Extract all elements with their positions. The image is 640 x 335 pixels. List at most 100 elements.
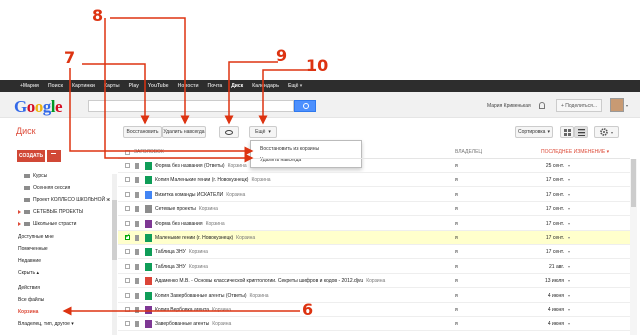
gbar-item[interactable]: Картинки: [72, 83, 95, 89]
row-checkbox[interactable]: [125, 232, 131, 240]
file-row[interactable]: Визитка команды ИСКАТЕЛИ Корзина я 17 сент.…: [118, 188, 630, 202]
row-checkbox[interactable]: [125, 163, 130, 168]
sidebar-item-shared[interactable]: Доступные мне: [18, 234, 54, 240]
gbar-item-active[interactable]: Диск: [231, 83, 243, 89]
search-button[interactable]: [294, 100, 316, 112]
sidebar-item-trash[interactable]: Корзина: [18, 309, 38, 315]
column-header-modified[interactable]: ПОСЛЕДНЕЕ ИЗМЕНЕНИЕ ▾: [541, 149, 609, 155]
chevron-down-icon[interactable]: ▾: [568, 278, 570, 283]
gbar-item[interactable]: +Мария: [20, 83, 39, 89]
file-name[interactable]: Визитка команды ИСКАТЕЛИ Корзина: [155, 192, 245, 198]
upload-button[interactable]: [47, 150, 61, 162]
share-button[interactable]: + Поделиться...: [556, 99, 602, 112]
notification-bell-icon[interactable]: [539, 102, 545, 109]
file-name[interactable]: Маленькие гении (г. Новокузнецк) Корзина: [155, 235, 255, 241]
expand-arrow-icon[interactable]: [18, 209, 21, 214]
sidebar-item-all-files[interactable]: Все файлы: [18, 297, 44, 303]
gbar-item[interactable]: YouTube: [148, 83, 169, 89]
sidebar-item-folder[interactable]: Осенняя сессия: [24, 185, 70, 191]
file-row[interactable]: Форма без названия (Ответы) Корзина я 25 се…: [118, 159, 630, 173]
file-row[interactable]: Завербованные агенты Корзина я 4 июня ▾: [118, 317, 630, 332]
chevron-down-icon[interactable]: ▾: [568, 249, 570, 254]
sidebar-item-folder[interactable]: Курсы: [24, 173, 47, 179]
row-checkbox[interactable]: [125, 249, 130, 255]
gbar-item[interactable]: Почта: [208, 83, 223, 89]
user-name[interactable]: Мария Кривенькая: [487, 103, 531, 109]
sidebar-item-filter[interactable]: Владелец, тип, другое ▾: [18, 321, 74, 327]
file-name[interactable]: Адаменко М.В. - Основы классической крип…: [155, 278, 385, 284]
scrollbar-thumb[interactable]: [112, 200, 117, 260]
chevron-down-icon[interactable]: ▾: [568, 163, 570, 168]
gbar-item[interactable]: Play: [129, 83, 139, 89]
restore-button[interactable]: Восстановить: [123, 126, 162, 138]
sidebar-item-starred[interactable]: Помеченные: [18, 246, 48, 252]
row-checkbox[interactable]: [125, 292, 130, 298]
chevron-down-icon[interactable]: ▾: [568, 293, 570, 298]
gbar-item[interactable]: Карты: [104, 83, 120, 89]
delete-forever-button[interactable]: Удалить навсегда: [162, 126, 206, 138]
scrollbar-thumb[interactable]: [631, 159, 636, 207]
create-button[interactable]: СОЗДАТЬ: [17, 150, 45, 162]
chevron-down-icon[interactable]: ▾: [568, 321, 570, 326]
file-row[interactable]: Копия Завербованные агенты (Ответы) Корзи…: [118, 289, 630, 303]
sort-button[interactable]: Сортировка ▾: [515, 126, 553, 138]
preview-button[interactable]: [219, 126, 239, 138]
sidebar-item-activity[interactable]: Действия: [18, 285, 40, 291]
avatar[interactable]: [610, 98, 624, 112]
sidebar-item-tree[interactable]: СЕТЕВЫЕ ПРОЕКТЫ: [18, 209, 83, 215]
chevron-down-icon[interactable]: ▾: [568, 192, 570, 197]
list-scrollbar[interactable]: [630, 159, 637, 335]
file-name[interactable]: Таблица ЗНУ Корзина: [155, 264, 208, 270]
chevron-down-icon[interactable]: ▾: [626, 103, 628, 108]
file-row[interactable]: Маленькие гении (г. Новокузнецк)Корзина я…: [118, 231, 630, 245]
more-button[interactable]: Ещё ▾: [249, 126, 277, 138]
row-checkbox[interactable]: [125, 278, 130, 284]
file-name[interactable]: Сетевые проекты Корзина: [155, 206, 218, 212]
gbar-item-more[interactable]: Ещё ▾: [288, 83, 302, 89]
file-row[interactable]: Копия Вербовка агента Корзина я 4 июня ▾: [118, 303, 630, 317]
gbar-item[interactable]: Поиск: [48, 83, 63, 89]
file-row[interactable]: Форма без названия Корзина я 17 сент. ▾: [118, 217, 630, 231]
settings-button[interactable]: ▾: [594, 126, 619, 138]
file-row[interactable]: Таблица ЗНУ Корзина я 21 авг. ▾: [118, 260, 630, 274]
google-logo[interactable]: Google: [14, 97, 63, 117]
select-all-checkbox[interactable]: [125, 150, 130, 155]
row-checkbox[interactable]: [125, 220, 130, 226]
file-row[interactable]: Таблица ЗНУ Корзина я 17 сент. ▾: [118, 245, 630, 260]
row-checkbox[interactable]: [125, 307, 130, 312]
chevron-down-icon[interactable]: ▾: [568, 221, 570, 226]
file-row[interactable]: Сетевые проекты Корзина я 17 сент. ▾: [118, 202, 630, 217]
row-checkbox[interactable]: [125, 177, 130, 183]
sidebar-item-tree[interactable]: Школьные страсти: [18, 221, 76, 227]
row-checkbox[interactable]: [125, 191, 130, 197]
column-header-owner[interactable]: ВЛАДЕЛЕЦ: [455, 149, 482, 155]
sidebar-item-folder[interactable]: Проект КОЛЛЕСО ШКОЛЬНОЙ ж: [24, 197, 110, 203]
sidebar-scrollbar[interactable]: [112, 174, 117, 335]
file-name[interactable]: Копия Вербовка агента Корзина: [155, 307, 231, 313]
list-view-button[interactable]: [574, 126, 588, 138]
file-row[interactable]: Копия Маленькие гении (г. Новокузнецк) Ко…: [118, 173, 630, 188]
file-name[interactable]: Таблица ЗНУ Корзина: [155, 249, 208, 255]
sidebar-item-recent[interactable]: Недавние: [18, 258, 41, 264]
chevron-down-icon[interactable]: ▾: [568, 307, 570, 312]
grid-view-button[interactable]: [560, 126, 574, 138]
file-row[interactable]: Адаменко М.В. - Основы классической крип…: [118, 274, 630, 289]
row-checkbox[interactable]: [125, 206, 130, 212]
chevron-down-icon[interactable]: ▾: [568, 264, 570, 269]
gbar-item[interactable]: Новости: [178, 83, 199, 89]
chevron-down-icon[interactable]: ▾: [568, 177, 570, 182]
file-name[interactable]: Форма без названия (Ответы) Корзина: [155, 163, 247, 169]
chevron-down-icon[interactable]: ▾: [568, 235, 570, 240]
chevron-down-icon[interactable]: ▾: [568, 206, 570, 211]
column-header-title[interactable]: ЗАГОЛОВОК: [134, 149, 164, 155]
file-name[interactable]: Копия Завербованные агенты (Ответы) Корзи…: [155, 293, 269, 299]
sidebar-item-hide[interactable]: Скрыть ▴: [18, 270, 39, 276]
menu-item-restore[interactable]: Восстановить из корзины: [260, 146, 319, 152]
search-input[interactable]: [88, 100, 294, 112]
row-checkbox[interactable]: [125, 263, 130, 269]
file-name[interactable]: Копия Маленькие гении (г. Новокузнецк) Ко…: [155, 177, 271, 183]
gbar-item[interactable]: Календарь: [252, 83, 279, 89]
expand-arrow-icon[interactable]: [18, 221, 21, 226]
file-name[interactable]: Форма без названия Корзина: [155, 221, 225, 227]
file-name[interactable]: Завербованные агенты Корзина: [155, 321, 231, 327]
